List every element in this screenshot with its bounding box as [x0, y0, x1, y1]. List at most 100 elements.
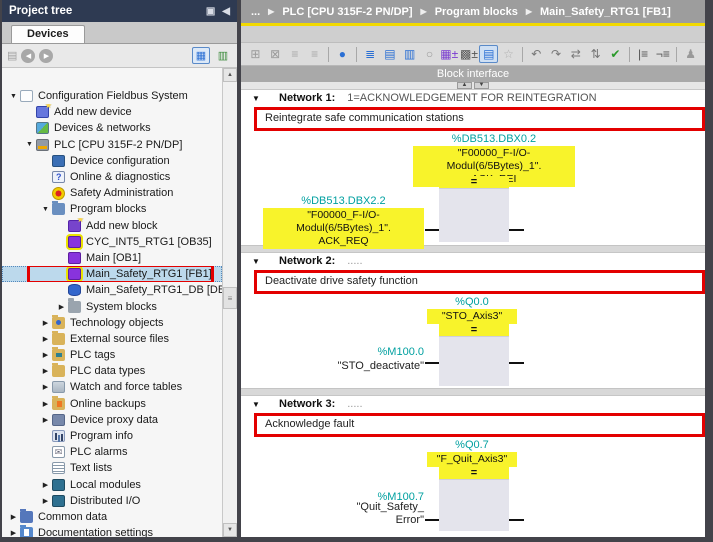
- tree-item-main-safety-rtg1-fb1[interactable]: Main_Safety_RTG1 [FB1]: [2, 266, 222, 282]
- network-1-header[interactable]: Network 1: 1=ACKNOWLEDGEMENT FOR REINTEG…: [241, 90, 705, 106]
- tree-item-program-blocks[interactable]: ▼Program blocks: [2, 201, 222, 217]
- breadcrumb-item[interactable]: Program blocks: [435, 6, 518, 18]
- tree-item-devices-networks[interactable]: Devices & networks: [2, 120, 222, 136]
- tree-item-program-info[interactable]: Program info: [2, 428, 222, 444]
- expand-icon[interactable]: ▶: [40, 351, 51, 359]
- output-operand-tag[interactable]: "F_Quit_Axis3": [427, 452, 517, 467]
- tree-item-common-data[interactable]: ▶Common data: [2, 509, 222, 525]
- splitter-up-icon[interactable]: ▲: [457, 82, 472, 89]
- collapse-icon[interactable]: ▼: [40, 206, 51, 213]
- free-comment-icon[interactable]: ○: [420, 45, 439, 63]
- breadcrumb-item[interactable]: Main_Safety_RTG1 [FB1]: [540, 6, 671, 18]
- collapse-network-icon[interactable]: [252, 257, 264, 266]
- input-operand-tag[interactable]: "F00000_F-I/O-Modul(6/5Bytes)_1". ACK_RE…: [263, 208, 424, 249]
- maximize-panel-icon[interactable]: ▣: [206, 6, 215, 17]
- close-all-networks-icon[interactable]: ▤: [381, 45, 400, 63]
- tree-item-safety-administration[interactable]: Safety Administration: [2, 185, 222, 201]
- expand-icon[interactable]: ▶: [40, 335, 51, 343]
- navigate-back-icon[interactable]: ◀: [21, 49, 35, 63]
- expand-icon[interactable]: ▶: [40, 367, 51, 375]
- know-how-protection-icon[interactable]: ♟: [681, 45, 700, 63]
- insert-output-icon[interactable]: ▩±: [460, 45, 479, 63]
- network-3-header[interactable]: Network 3: .....: [241, 396, 705, 412]
- interface-splitter[interactable]: ▲ ▼: [241, 82, 705, 90]
- operand-display-icon[interactable]: ▤: [479, 45, 498, 63]
- tree-item-plc-alarms[interactable]: PLC alarms: [2, 444, 222, 460]
- tree-item-main-safety-rtg1-db-db1[interactable]: Main_Safety_RTG1_DB [DB1: [2, 282, 222, 298]
- expand-icon[interactable]: ▶: [40, 497, 51, 505]
- next-error-icon[interactable]: ↷: [547, 45, 566, 63]
- new-object-icon[interactable]: ▤: [7, 49, 17, 62]
- insert-block-icon[interactable]: ●: [333, 45, 352, 63]
- tree-item-local-modules[interactable]: ▶Local modules: [2, 477, 222, 493]
- scroll-up-icon[interactable]: ▲: [223, 68, 237, 82]
- scroll-track[interactable]: ≡: [223, 82, 237, 523]
- splitter-down-icon[interactable]: ▼: [474, 82, 489, 89]
- network-3-comment[interactable]: Acknowledge fault: [254, 413, 705, 437]
- navigate-forward-icon[interactable]: ▶: [39, 49, 53, 63]
- insert-network-icon[interactable]: ⊞: [246, 45, 265, 63]
- expand-icon[interactable]: ▶: [40, 481, 51, 489]
- collapse-icon[interactable]: ▼: [8, 93, 19, 100]
- input-operand-tag[interactable]: "Quit_Safety_ Error": [241, 501, 424, 527]
- tree-item-add-new-device[interactable]: Add new device: [2, 104, 222, 120]
- assignment-coil[interactable]: =: [439, 324, 509, 386]
- assignment-coil[interactable]: =: [439, 176, 509, 242]
- collapse-network-icon[interactable]: [252, 94, 264, 103]
- consistency-check-icon[interactable]: ✔: [606, 45, 625, 63]
- network-2-header[interactable]: Network 2: .....: [241, 253, 705, 269]
- block-interface-bar[interactable]: Block interface: [241, 66, 705, 82]
- expand-icon[interactable]: ▶: [56, 303, 67, 311]
- previous-error-icon[interactable]: ↶: [527, 45, 546, 63]
- synchronize-icon[interactable]: ⇅: [586, 45, 605, 63]
- assignment-coil[interactable]: =: [439, 467, 509, 531]
- tree-scrollbar[interactable]: ▲ ≡ ▼: [222, 68, 237, 537]
- collapse-network-icon[interactable]: [252, 400, 264, 409]
- tree-item-device-configuration[interactable]: Device configuration: [2, 153, 222, 169]
- breadcrumb-item[interactable]: ...: [251, 6, 260, 18]
- network-1-comment[interactable]: Reintegrate safe communication stations: [254, 107, 705, 131]
- favorites-icon[interactable]: ☆: [499, 45, 518, 63]
- absolute-operands-icon[interactable]: |≡: [634, 45, 653, 63]
- tree-item-online-backups[interactable]: ▶Online backups: [2, 396, 222, 412]
- collapse-icon[interactable]: ▼: [24, 141, 35, 148]
- collapse-panel-icon[interactable]: ◀: [222, 6, 230, 17]
- insert-row-before-icon[interactable]: ≡: [286, 45, 305, 63]
- tree-item-device-proxy-data[interactable]: ▶Device proxy data: [2, 412, 222, 428]
- details-view-icon[interactable]: ▦: [192, 47, 210, 64]
- tree-item-cyc-int5-rtg1-ob35[interactable]: CYC_INT5_RTG1 [OB35]: [2, 234, 222, 250]
- delete-network-icon[interactable]: ⊠: [266, 45, 285, 63]
- tree-item-distributed-i-o[interactable]: ▶Distributed I/O: [2, 493, 222, 509]
- network-comments-icon[interactable]: ▥: [400, 45, 419, 63]
- insert-input-icon[interactable]: ▦±: [440, 45, 459, 63]
- tree-item-watch-and-force-tables[interactable]: ▶Watch and force tables: [2, 379, 222, 395]
- breadcrumb-item[interactable]: PLC [CPU 315F-2 PN/DP]: [282, 6, 412, 18]
- tree-item-plc-cpu-315f-2-pn-dp[interactable]: ▼PLC [CPU 315F-2 PN/DP]: [2, 137, 222, 153]
- network-2-comment[interactable]: Deactivate drive safety function: [254, 270, 705, 294]
- tree-item-external-source-files[interactable]: ▶External source files: [2, 331, 222, 347]
- open-new-editor-icon[interactable]: ▥: [214, 47, 232, 64]
- tree-item-plc-tags[interactable]: ▶PLC tags: [2, 347, 222, 363]
- tab-devices[interactable]: Devices: [11, 25, 85, 43]
- output-operand-tag[interactable]: "STO_Axis3": [427, 309, 517, 324]
- tree-item-online-diagnostics[interactable]: Online & diagnostics: [2, 169, 222, 185]
- insert-row-after-icon[interactable]: ≡: [305, 45, 324, 63]
- tree-item-add-new-block[interactable]: Add new block: [2, 218, 222, 234]
- update-block-calls-icon[interactable]: ⇄: [566, 45, 585, 63]
- expand-icon[interactable]: ▶: [40, 319, 51, 327]
- expand-icon[interactable]: ▶: [40, 416, 51, 424]
- tree-item-documentation-settings[interactable]: ▶Documentation settings: [2, 525, 222, 537]
- expand-icon[interactable]: ▶: [8, 529, 19, 537]
- scroll-down-icon[interactable]: ▼: [223, 523, 237, 537]
- input-operand-tag[interactable]: "STO_deactivate": [241, 360, 424, 373]
- tree-item-main-ob1[interactable]: Main [OB1]: [2, 250, 222, 266]
- expand-icon[interactable]: ▶: [40, 383, 51, 391]
- scroll-grip[interactable]: ≡: [223, 287, 237, 309]
- symbolic-operands-icon[interactable]: ¬≡: [654, 45, 673, 63]
- open-all-networks-icon[interactable]: ≣: [361, 45, 380, 63]
- expand-icon[interactable]: ▶: [40, 400, 51, 408]
- tree-item-system-blocks[interactable]: ▶System blocks: [2, 298, 222, 314]
- tree-item-technology-objects[interactable]: ▶Technology objects: [2, 315, 222, 331]
- expand-icon[interactable]: ▶: [8, 513, 19, 521]
- tree-item-configuration-fieldbus-system[interactable]: ▼Configuration Fieldbus System: [2, 88, 222, 104]
